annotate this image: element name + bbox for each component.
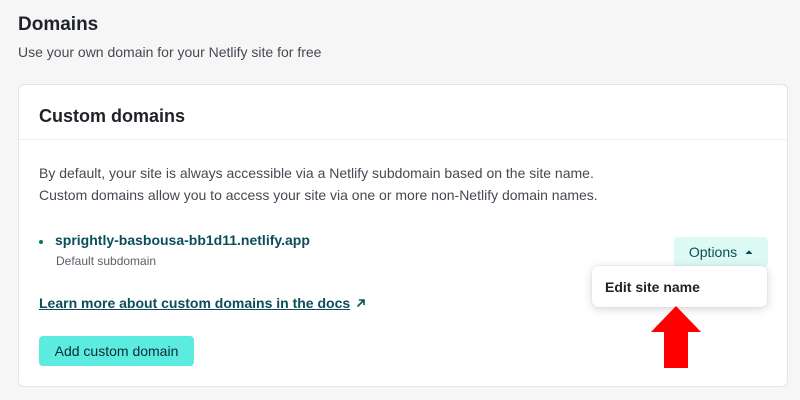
page-subtitle: Use your own domain for your Netlify sit…	[18, 44, 322, 60]
domain-name: sprightly-basbousa-bb1d11.netlify.app	[55, 232, 310, 248]
red-arrow-up-icon	[651, 306, 701, 368]
description-line-2: Custom domains allow you to access your …	[39, 187, 598, 203]
page: Domains Use your own domain for your Net…	[0, 0, 800, 400]
card-title: Custom domains	[39, 106, 186, 126]
options-button[interactable]: Options	[674, 237, 768, 267]
page-title: Domains	[18, 14, 99, 35]
learn-more-link[interactable]: Learn more about custom domains in the d…	[39, 295, 366, 311]
external-link-icon	[357, 299, 365, 307]
card-header: Custom domains	[19, 85, 787, 140]
chevron-up-icon	[745, 250, 753, 254]
menu-item-edit-site-name[interactable]: Edit site name	[605, 279, 700, 295]
card-description: By default, your site is always accessib…	[39, 162, 739, 206]
bullet-icon	[39, 240, 43, 244]
learn-more-link-text: Learn more about custom domains in the d…	[39, 295, 351, 311]
domain-label: Default subdomain	[56, 254, 157, 268]
description-line-1: By default, your site is always accessib…	[39, 165, 594, 181]
add-custom-domain-button[interactable]: Add custom domain	[39, 336, 194, 366]
options-dropdown-menu: Edit site name	[592, 266, 767, 307]
options-button-label: Options	[688, 244, 738, 260]
